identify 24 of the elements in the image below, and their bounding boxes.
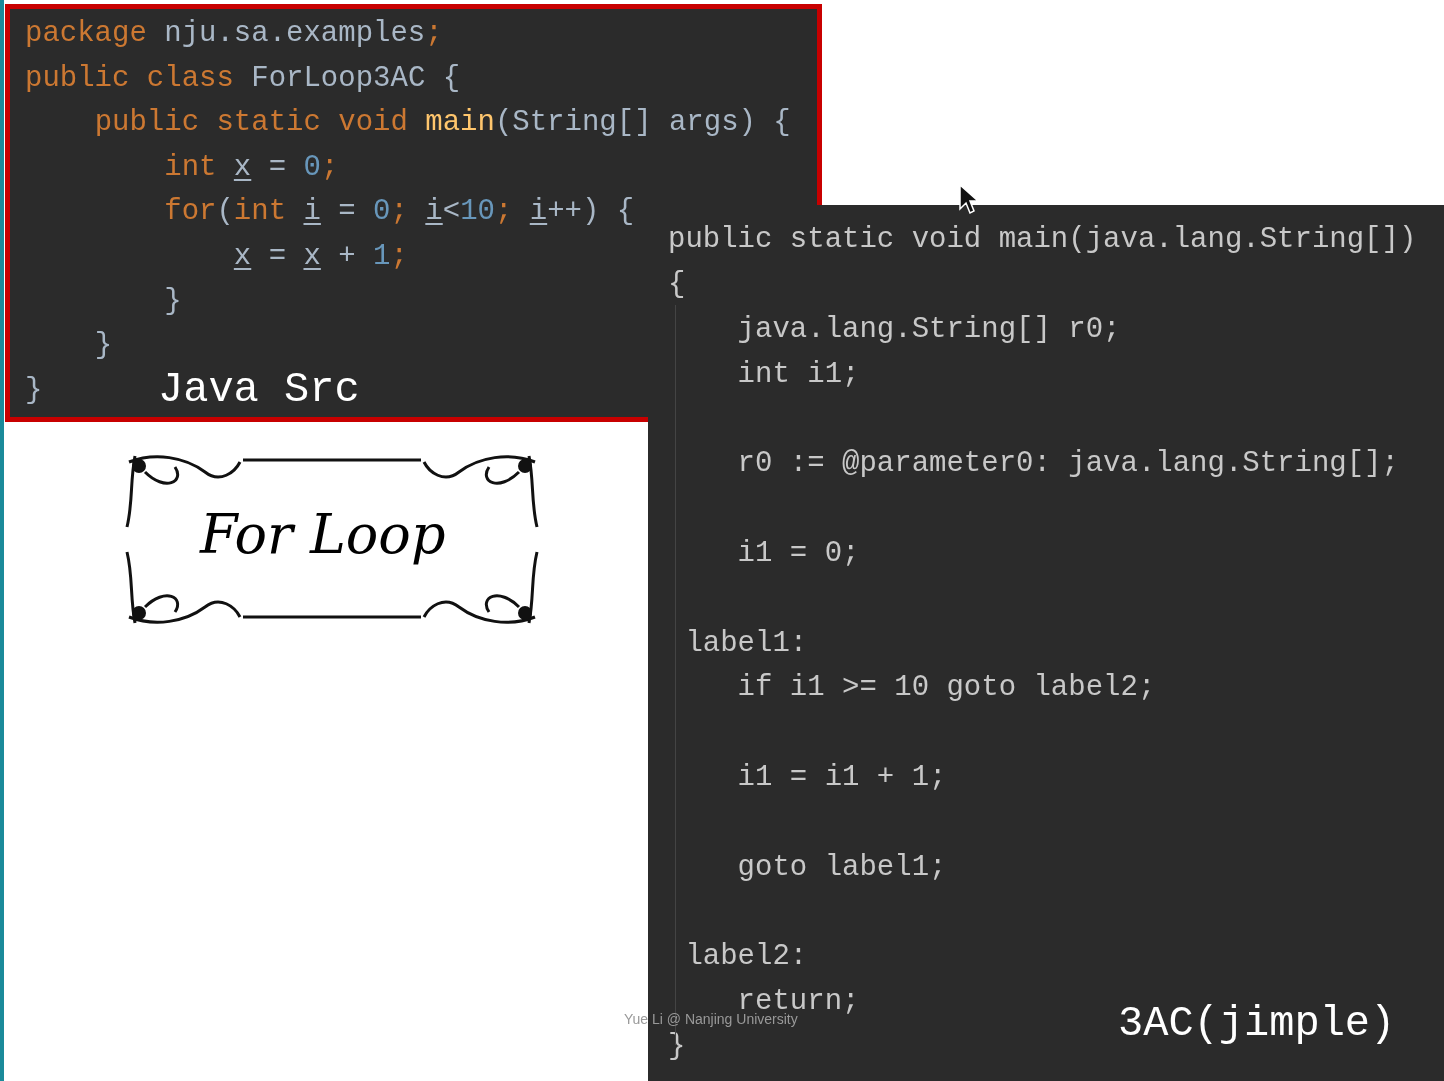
- code-line: {: [668, 270, 686, 301]
- code-line: }: [163, 283, 182, 320]
- code-line: r0 := @parameter0: java.lang.String[];: [736, 449, 1399, 480]
- code-line: i1 = i1 + 1;: [736, 762, 947, 793]
- panel-label: Java Src: [158, 365, 360, 416]
- code-line: public static void main(String[] args) {: [93, 105, 791, 142]
- code-line: x = x + 1;: [232, 238, 408, 275]
- code-line: java.lang.String[] r0;: [736, 315, 1121, 345]
- code-line: goto label1;: [736, 852, 947, 883]
- code-line: public class ForLoop3AC {: [25, 60, 461, 97]
- code-line: int x = 0;: [163, 149, 339, 186]
- code-line: int i1;: [736, 359, 860, 390]
- code-line: }: [25, 372, 43, 409]
- code-line: for(int i = 0; i<10; i++) {: [163, 194, 635, 231]
- code-line: label2:: [684, 942, 808, 973]
- ornament-title: For Loop: [200, 502, 446, 568]
- code-line: if i1 >= 10 goto label2;: [736, 673, 1156, 704]
- code-line: i1 = 0;: [736, 538, 860, 569]
- code-line: public static void main(java.lang.String[]): [668, 225, 1417, 256]
- code-line: label1:: [684, 628, 808, 659]
- code-line: package nju.sa.examples;: [25, 16, 443, 52]
- panel-label: 3AC(jimple): [1118, 999, 1396, 1050]
- code-line: }: [93, 328, 113, 365]
- code-line: }: [668, 1031, 686, 1062]
